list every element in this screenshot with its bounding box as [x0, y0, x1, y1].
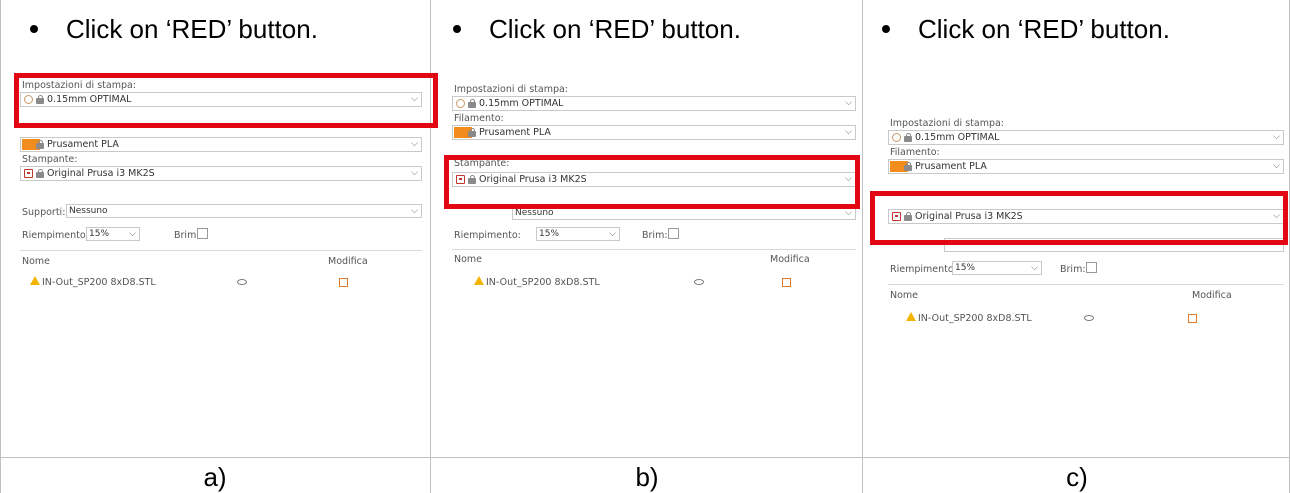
chevron-down-icon: ⌵: [1031, 263, 1038, 273]
printer-value: Original Prusa i3 MK2S: [47, 168, 155, 179]
chevron-down-icon: ⌵: [1273, 161, 1280, 171]
infill-combo[interactable]: 15% ⌵: [952, 261, 1042, 275]
filament-combo[interactable]: Prusament PLA ⌵: [452, 125, 856, 140]
lock-icon: [904, 162, 912, 171]
printer-combo[interactable]: Original Prusa i3 MK2S ⌵: [20, 166, 422, 181]
highlight-box: [14, 73, 438, 128]
instruction-c: Click on ‘RED’ button.: [882, 14, 1170, 45]
chevron-down-icon: ⌵: [129, 229, 136, 239]
grid-line: [862, 0, 863, 493]
supports-value: Nessuno: [69, 206, 108, 216]
brim-label: Brim:: [174, 230, 200, 241]
divider: [888, 284, 1284, 285]
eye-icon[interactable]: [1084, 315, 1094, 321]
lock-icon: [904, 133, 912, 142]
bullet-icon: [453, 25, 461, 34]
infill-combo[interactable]: 15% ⌵: [86, 227, 140, 241]
print-settings-combo[interactable]: 0.15mm OPTIMAL ⌵: [888, 130, 1284, 145]
divider: [20, 250, 422, 251]
print-settings-combo[interactable]: 0.15mm OPTIMAL ⌵: [452, 96, 856, 111]
lock-icon: [36, 169, 44, 178]
name-header: Nome: [890, 290, 919, 301]
filament-combo[interactable]: Prusament PLA ⌵: [20, 137, 422, 152]
edit-icon[interactable]: [782, 278, 791, 287]
name-header: Nome: [454, 254, 483, 265]
supports-value: Nessuno: [515, 208, 554, 218]
bullet-icon: [882, 25, 890, 34]
chevron-down-icon: ⌵: [411, 206, 418, 216]
print-settings-value: 0.15mm OPTIMAL: [479, 98, 564, 109]
filament-combo[interactable]: Prusament PLA ⌵: [888, 159, 1284, 174]
edit-header: Modifica: [1192, 290, 1232, 301]
caption-b: b): [635, 462, 659, 492]
brim-label: Brim:: [642, 230, 668, 241]
brim-checkbox[interactable]: [668, 228, 679, 239]
infill-label: Riempimento:: [454, 230, 521, 241]
object-name: IN-Out_SP200 8xD8.STL: [918, 313, 1032, 324]
edit-header: Modifica: [328, 256, 368, 267]
lock-icon: [468, 128, 476, 137]
divider: [452, 249, 856, 250]
instruction-a: Click on ‘RED’ button.: [30, 14, 318, 45]
bullet-icon: [30, 25, 38, 34]
infill-label: Riempimento:: [890, 264, 957, 275]
caption-a: a): [203, 462, 227, 492]
brim-checkbox[interactable]: [1086, 262, 1097, 273]
highlight-box: [870, 191, 1288, 245]
printer-icon: [24, 169, 33, 178]
edit-icon[interactable]: [1188, 314, 1197, 323]
print-settings-label: Impostazioni di stampa:: [454, 84, 569, 95]
chevron-down-icon: ⌵: [845, 98, 852, 108]
object-name: IN-Out_SP200 8xD8.STL: [486, 277, 600, 288]
object-name: IN-Out_SP200 8xD8.STL: [42, 277, 156, 288]
infill-combo[interactable]: 15% ⌵: [536, 227, 620, 241]
gear-icon: [456, 99, 465, 108]
warning-icon: [474, 276, 484, 285]
grid-line: [0, 0, 1, 493]
chevron-down-icon: ⌵: [411, 168, 418, 178]
filament-value: Prusament PLA: [915, 161, 987, 172]
warning-icon: [30, 276, 40, 285]
brim-checkbox[interactable]: [197, 228, 208, 239]
filament-label: Filamento:: [890, 147, 940, 158]
caption-c: c): [1066, 462, 1088, 492]
filament-value: Prusament PLA: [479, 127, 551, 138]
warning-icon: [906, 312, 916, 321]
printer-label: Stampante:: [22, 154, 78, 165]
name-header: Nome: [22, 256, 51, 267]
supports-combo[interactable]: Nessuno ⌵: [66, 204, 422, 218]
brim-label: Brim:: [1060, 264, 1086, 275]
grid-line: [0, 457, 1290, 458]
infill-value: 15%: [539, 229, 560, 239]
chevron-down-icon: ⌵: [609, 229, 616, 239]
print-settings-value: 0.15mm OPTIMAL: [915, 132, 1000, 143]
lock-icon: [36, 140, 44, 149]
edit-icon[interactable]: [339, 278, 348, 287]
eye-icon[interactable]: [237, 279, 247, 285]
chevron-down-icon: ⌵: [1273, 132, 1280, 142]
lock-icon: [468, 99, 476, 108]
instruction-b: Click on ‘RED’ button.: [453, 14, 741, 45]
print-settings-label: Impostazioni di stampa:: [890, 118, 1005, 129]
gear-icon: [892, 133, 901, 142]
filament-label: Filamento:: [454, 113, 504, 124]
infill-label: Riempimento:: [22, 230, 89, 241]
highlight-box: [444, 155, 860, 209]
eye-icon[interactable]: [694, 279, 704, 285]
filament-value: Prusament PLA: [47, 139, 119, 150]
infill-value: 15%: [955, 263, 976, 273]
edit-header: Modifica: [770, 254, 810, 265]
supports-label: Supporti:: [22, 207, 66, 218]
infill-value: 15%: [89, 229, 110, 239]
chevron-down-icon: ⌵: [845, 127, 852, 137]
chevron-down-icon: ⌵: [411, 139, 418, 149]
